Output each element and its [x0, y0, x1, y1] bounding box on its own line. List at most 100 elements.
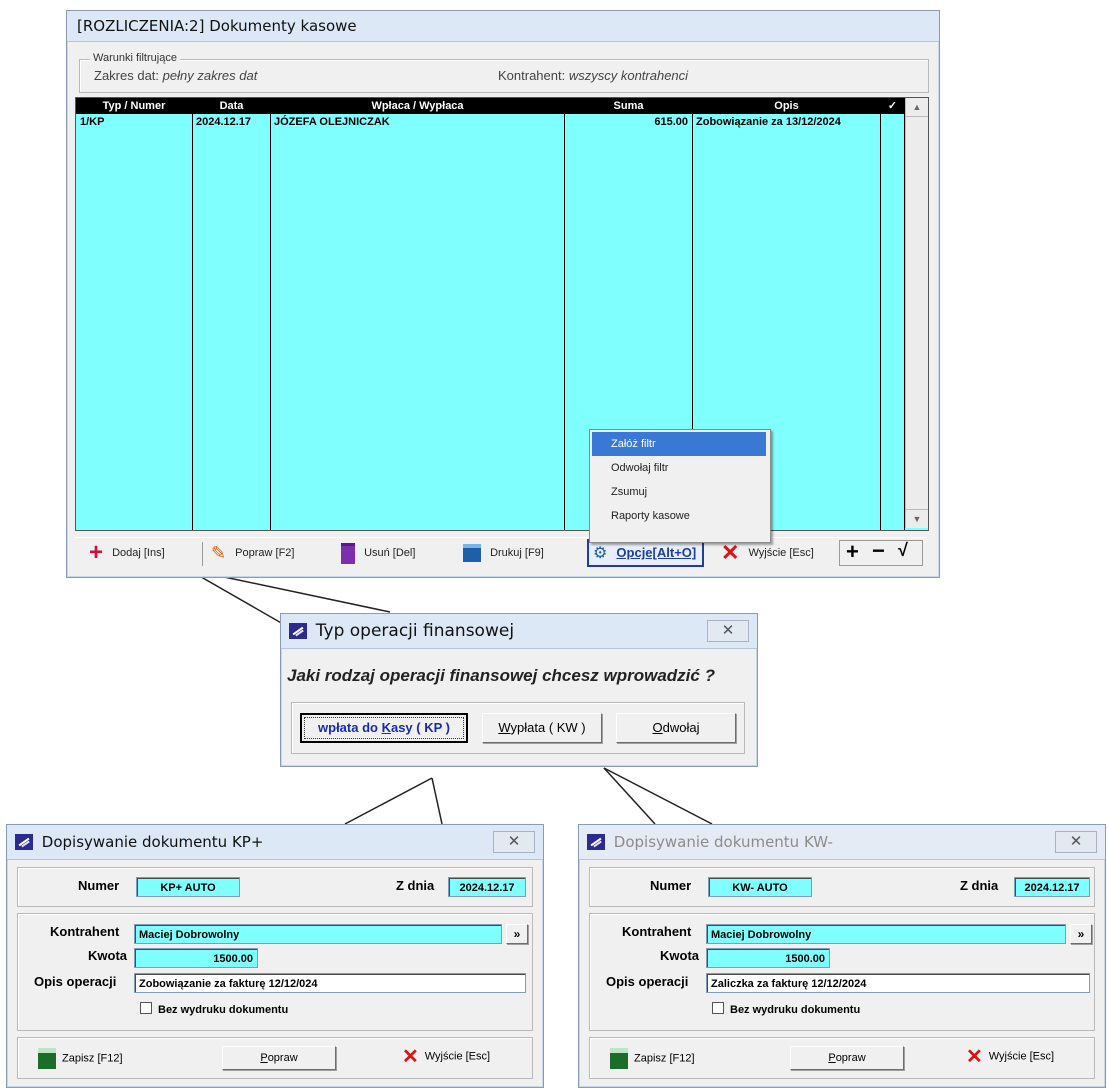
plus-icon: +	[89, 539, 104, 567]
remove-row-icon[interactable]: −	[872, 538, 885, 564]
header-payer[interactable]: Wpłaca / Wypłaca	[271, 98, 564, 114]
close-icon: ✕	[402, 1046, 419, 1068]
kw-amount-label: Kwota	[660, 948, 699, 963]
kp-dialog-close-button[interactable]: ✕	[493, 831, 535, 853]
cancel-button[interactable]: Odwołaj	[616, 713, 736, 743]
kw-number-label: Numer	[650, 878, 692, 893]
kp-number-group: Numer KP+ AUTO Z dnia 2024.12.17	[17, 867, 533, 907]
kw-save-button[interactable]: Zapisz [F12]	[610, 1048, 695, 1069]
scroll-up-button[interactable]: ▲	[906, 98, 928, 117]
edit-button-label: Popraw [F2]	[235, 547, 295, 559]
header-date[interactable]: Data	[193, 98, 270, 114]
app-icon	[587, 834, 605, 850]
kw-amount-field[interactable]: 1500.00	[706, 948, 830, 968]
kp-date-label: Z dnia	[396, 878, 435, 893]
kw-exit-button[interactable]: ✕ Wyjście [Esc]	[966, 1044, 1054, 1069]
cell-date: 2024.12.17	[196, 116, 252, 128]
kw-edit-label: opraw	[835, 1052, 866, 1064]
header-desc[interactable]: Opis	[693, 98, 880, 114]
row-ops-group: + − √	[839, 538, 923, 566]
kp-number-label: Numer	[78, 878, 120, 893]
header-check[interactable]: ✓	[881, 98, 904, 114]
pencil-icon: ✎	[211, 543, 227, 564]
kw-dialog-title: Dopisywanie dokumentu KW-	[613, 833, 833, 851]
printer-icon	[463, 544, 481, 563]
kp-amount-label: Kwota	[88, 948, 127, 963]
add-button[interactable]: + Dodaj [Ins]	[89, 540, 165, 566]
cell-desc: Zobowiązanie za 13/12/2024	[696, 116, 841, 128]
kw-dialog-titlebar: Dopisywanie dokumentu KW- ✕	[579, 825, 1105, 860]
operation-type-dialog: Typ operacji finansowej ✕ Jaki rodzaj op…	[280, 613, 758, 767]
kw-contractor-field[interactable]: Maciej Dobrowolny	[706, 924, 1066, 944]
kp-edit-hotkey: P	[260, 1052, 268, 1064]
delete-button[interactable]: Usuń [Del]	[341, 540, 415, 566]
edit-button[interactable]: ✎ Popraw [F2]	[211, 540, 294, 566]
header-sum[interactable]: Suma	[565, 98, 692, 114]
kp-save-button[interactable]: Zapisz [F12]	[38, 1048, 123, 1069]
checkbox-icon	[712, 1002, 724, 1014]
contractor-filter-value: wszyscy kontrahenci	[568, 68, 689, 83]
col-type	[76, 98, 193, 530]
kw-number-group: Numer KW- AUTO Z dnia 2024.12.17	[589, 867, 1095, 907]
kp-exit-button[interactable]: ✕ Wyjście [Esc]	[402, 1044, 490, 1069]
type-dialog-close-button[interactable]: ✕	[707, 620, 749, 642]
main-toolbar: + Dodaj [Ins] ✎ Popraw [F2] Usuń [Del] D…	[75, 537, 927, 568]
type-dialog-buttons-group: wpłata do Kasy ( KP ) Wypłata ( KW ) Odw…	[291, 702, 745, 754]
kp-description-field[interactable]: Zobowiązanie za fakturę 12/12/024	[134, 973, 526, 993]
checkbox-icon	[140, 1002, 152, 1014]
save-icon	[610, 1048, 628, 1069]
confirm-row-icon[interactable]: √	[898, 540, 908, 561]
kw-dialog-close-button[interactable]: ✕	[1055, 831, 1097, 853]
kp-number-field[interactable]: KP+ AUTO	[136, 877, 240, 897]
save-icon	[38, 1048, 56, 1069]
col-payer	[270, 98, 565, 530]
gear-icon: ⚙	[593, 545, 608, 563]
kp-contractor-label: Kontrahent	[50, 924, 120, 939]
date-range-caption: Zakres dat:	[94, 68, 160, 83]
kp-contractor-lookup-button[interactable]: »	[506, 924, 528, 944]
kp-amount-field[interactable]: 1500.00	[134, 948, 258, 968]
menu-item-cash-reports[interactable]: Raporty kasowe	[592, 504, 766, 528]
type-dialog-titlebar: Typ operacji finansowej ✕	[281, 614, 757, 649]
documents-table[interactable]: Typ / Numer Data Wpłaca / Wypłaca Suma O…	[75, 97, 929, 531]
kp-description-label: Opis operacji	[34, 974, 117, 989]
kw-date-field[interactable]: 2024.12.17	[1014, 877, 1090, 897]
menu-item-set-filter[interactable]: Załóż filtr	[592, 432, 766, 456]
cancel-label-post: dwołaj	[662, 720, 700, 735]
kp-dialog-title: Dopisywanie dokumentu KP+	[41, 833, 264, 851]
cell-payer: JÓZEFA OLEJNICZAK	[274, 116, 390, 128]
kp-save-label: Zapisz [F12]	[62, 1052, 123, 1065]
kp-date-field[interactable]: 2024.12.17	[448, 877, 526, 897]
kw-no-print-checkbox[interactable]: Bez wydruku dokumentu	[712, 1002, 860, 1016]
kw-details-group: Kontrahent Maciej Dobrowolny » Kwota 150…	[589, 913, 1095, 1031]
kp-edit-button[interactable]: Popraw	[222, 1046, 336, 1070]
main-window-titlebar: [ROZLICZENIA:2] Dokumenty kasowe	[67, 11, 939, 42]
cash-out-kw-button[interactable]: Wypłata ( KW )	[482, 713, 602, 743]
kp-contractor-field[interactable]: Maciej Dobrowolny	[134, 924, 502, 944]
kw-number-field[interactable]: KW- AUTO	[708, 877, 812, 897]
options-button[interactable]: ⚙ Opcje[Alt+O]	[587, 539, 705, 567]
close-icon: ✕	[966, 1046, 983, 1068]
kw-edit-button[interactable]: Popraw	[790, 1046, 904, 1070]
kw-description-field[interactable]: Zaliczka za fakturę 12/12/2024	[706, 973, 1090, 993]
kp-document-dialog: Dopisywanie dokumentu KP+ ✕ Numer KP+ AU…	[6, 824, 544, 1088]
header-type[interactable]: Typ / Numer	[76, 98, 192, 114]
trash-icon	[341, 542, 355, 564]
cash-in-kp-button[interactable]: wpłata do Kasy ( KP )	[300, 713, 468, 743]
kp-no-print-checkbox[interactable]: Bez wydruku dokumentu	[140, 1002, 288, 1016]
kp-dialog-titlebar: Dopisywanie dokumentu KP+ ✕	[7, 825, 543, 860]
menu-item-cancel-filter[interactable]: Odwołaj filtr	[592, 456, 766, 480]
kp-details-group: Kontrahent Maciej Dobrowolny » Kwota 150…	[17, 913, 533, 1031]
vertical-scrollbar[interactable]: ▲ ▼	[905, 98, 928, 528]
cell-type: 1/KP	[80, 116, 105, 128]
add-row-icon[interactable]: +	[846, 539, 859, 565]
scroll-down-button[interactable]: ▼	[906, 509, 928, 528]
filter-groupbox: Warunki filtrujące Zakres dat: pełny zak…	[79, 52, 929, 93]
cancel-label-hotkey: O	[652, 720, 663, 735]
kw-description-label: Opis operacji	[606, 974, 689, 989]
kw-contractor-lookup-button[interactable]: »	[1070, 924, 1092, 944]
kp-no-print-label: Bez wydruku dokumentu	[158, 1004, 289, 1016]
print-button[interactable]: Drukuj [F9]	[463, 540, 544, 566]
menu-item-sum[interactable]: Zsumuj	[592, 480, 766, 504]
exit-button[interactable]: ✕ Wyjście [Esc]	[721, 540, 814, 566]
